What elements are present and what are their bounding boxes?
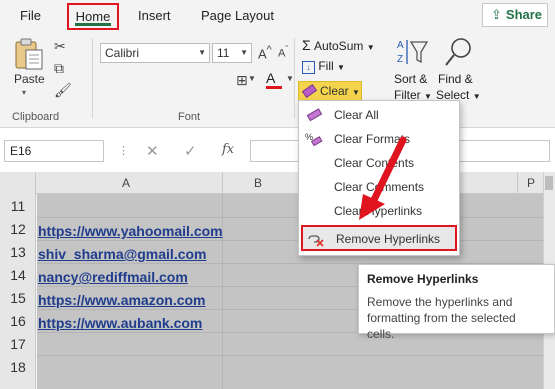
svg-text:%: % <box>305 132 313 142</box>
eraser-icon <box>305 107 323 123</box>
fill-label: Fill <box>318 59 334 73</box>
annotation-arrow-icon <box>359 136 407 220</box>
chevron-down-icon[interactable]: ▼ <box>248 74 256 83</box>
tab-home-label: Home <box>75 9 111 24</box>
tab-page-layout[interactable]: Page Layout <box>201 8 274 23</box>
remove-hyperlinks-icon <box>307 231 325 247</box>
row-header[interactable]: 13 <box>0 244 36 260</box>
cut-icon[interactable]: ✂ <box>54 38 66 55</box>
cancel-icon[interactable]: ✕ <box>146 142 159 160</box>
clear-label: Clear <box>320 84 349 98</box>
column-divider <box>222 172 223 194</box>
formula-bar: E16 ⋮ ✕ ✓ fx <box>0 128 555 172</box>
decrease-font-icon[interactable]: Aˇ <box>278 44 288 60</box>
paste-dropdown-icon[interactable]: ▾ <box>22 88 26 97</box>
column-header-b[interactable]: B <box>254 176 262 190</box>
check-icon[interactable]: ✓ <box>184 142 197 160</box>
find-select-label[interactable]: Find & <box>438 72 473 86</box>
menu-label-clear-all: Clear All <box>334 108 379 122</box>
font-color-letter-icon: A <box>266 70 276 86</box>
eraser-icon <box>301 83 318 99</box>
row-header[interactable]: 17 <box>0 336 36 352</box>
sort-filter-icon[interactable]: A Z <box>397 36 429 72</box>
tooltip-body: Remove the hyperlinks and formatting fro… <box>367 295 516 341</box>
share-label: Share <box>505 7 543 22</box>
sort-filter-label[interactable]: Sort & <box>394 72 427 86</box>
font-name-value: Calibri <box>105 46 140 60</box>
font-size-value: 11 <box>217 46 230 60</box>
magnifier-icon[interactable] <box>443 36 473 68</box>
cell-a16-link[interactable]: https://www.aubank.com <box>38 315 202 331</box>
name-box-value: E16 <box>10 144 32 158</box>
font-group-label: Font <box>178 111 201 123</box>
active-tab-underline <box>75 23 111 26</box>
share-icon: ⇪ <box>491 7 502 22</box>
tab-home[interactable]: Home <box>67 3 119 30</box>
row-header[interactable]: 11 <box>0 198 36 214</box>
font-color-bar <box>266 86 282 89</box>
font-size-select[interactable]: 11 ▼ <box>212 43 252 63</box>
clear-formats-icon: % <box>305 131 323 147</box>
row-header[interactable]: 15 <box>0 290 36 306</box>
row-header[interactable]: 18 <box>0 359 36 375</box>
group-divider <box>294 38 295 118</box>
insert-function-icon[interactable]: fx <box>222 142 234 157</box>
svg-text:Z: Z <box>397 54 403 65</box>
grid-line <box>37 240 543 241</box>
copy-icon[interactable]: ⧉ <box>54 60 64 77</box>
sigma-icon: Σ <box>302 37 311 53</box>
chevron-down-icon: ▼ <box>352 88 360 97</box>
clipboard-group-label: Clipboard <box>12 111 60 123</box>
share-button[interactable]: ⇪ Share <box>482 3 548 27</box>
font-color-icon[interactable]: A <box>266 70 284 89</box>
autosum-label: AutoSum <box>314 39 364 53</box>
chevron-down-icon: ▼ <box>472 92 481 101</box>
column-header-bar: A B P <box>0 172 555 194</box>
chevron-down-icon[interactable]: ▼ <box>286 74 294 83</box>
tab-file[interactable]: File <box>20 8 41 23</box>
select-all-corner[interactable] <box>0 172 36 194</box>
grid-line <box>37 217 543 218</box>
row-header[interactable]: 14 <box>0 267 36 283</box>
cell-a15-link[interactable]: https://www.amazon.com <box>38 292 206 308</box>
group-divider <box>92 38 93 118</box>
vertical-dots-icon: ⋮ <box>118 145 129 157</box>
fill-down-icon: ↓ <box>302 61 315 74</box>
scrollbar-up-arrow-icon[interactable] <box>545 176 553 190</box>
cell-a13-link[interactable]: shiv_sharma@gmail.com <box>38 246 207 262</box>
menu-item-remove-hyperlinks[interactable]: Remove Hyperlinks <box>301 225 457 251</box>
menu-label-remove-hyperlinks: Remove Hyperlinks <box>336 232 441 246</box>
grid-line <box>37 355 543 356</box>
format-painter-icon[interactable]: 🖌 <box>54 82 72 99</box>
chevron-down-icon: ▼ <box>198 48 206 57</box>
font-name-select[interactable]: Calibri ▼ <box>100 43 210 63</box>
paste-icon[interactable] <box>14 38 44 70</box>
chevron-down-icon: ▼ <box>366 43 375 52</box>
column-header-p[interactable]: P <box>527 176 535 190</box>
cell-a12-link[interactable]: https://www.yahoomail.com <box>38 223 223 239</box>
ribbon-tab-bar: File Home Insert Page Layout ⇪ Share <box>0 0 555 32</box>
row-header-bar: 11 12 13 14 15 16 17 18 <box>0 194 36 389</box>
chevron-down-icon: ▼ <box>240 48 248 57</box>
menu-item-clear-all[interactable]: Clear All <box>299 104 459 128</box>
column-header-a[interactable]: A <box>122 176 130 190</box>
row-header[interactable]: 12 <box>0 221 36 237</box>
ribbon: Paste ▾ ✂ ⧉ 🖌 Clipboard Calibri ▼ 11 ▼ A… <box>0 32 555 128</box>
autosum-button[interactable]: Σ AutoSum ▼ <box>302 37 375 53</box>
row-header[interactable]: 16 <box>0 313 36 329</box>
borders-icon[interactable]: ⊞ <box>236 72 248 89</box>
increase-font-icon[interactable]: A^ <box>258 44 272 61</box>
svg-text:A: A <box>397 40 404 51</box>
column-divider <box>517 172 518 194</box>
fill-button[interactable]: ↓ Fill ▼ <box>302 59 345 74</box>
tooltip-title: Remove Hyperlinks <box>367 272 479 286</box>
cell-a14-link[interactable]: nancy@rediffmail.com <box>38 269 188 285</box>
name-box[interactable]: E16 <box>4 140 104 162</box>
tab-insert[interactable]: Insert <box>138 8 171 23</box>
tooltip: Remove Hyperlinks Remove the hyperlinks … <box>358 264 555 341</box>
chevron-down-icon: ▼ <box>337 63 345 72</box>
paste-button[interactable]: Paste <box>14 72 45 86</box>
clear-button[interactable]: Clear ▼ <box>298 81 362 102</box>
